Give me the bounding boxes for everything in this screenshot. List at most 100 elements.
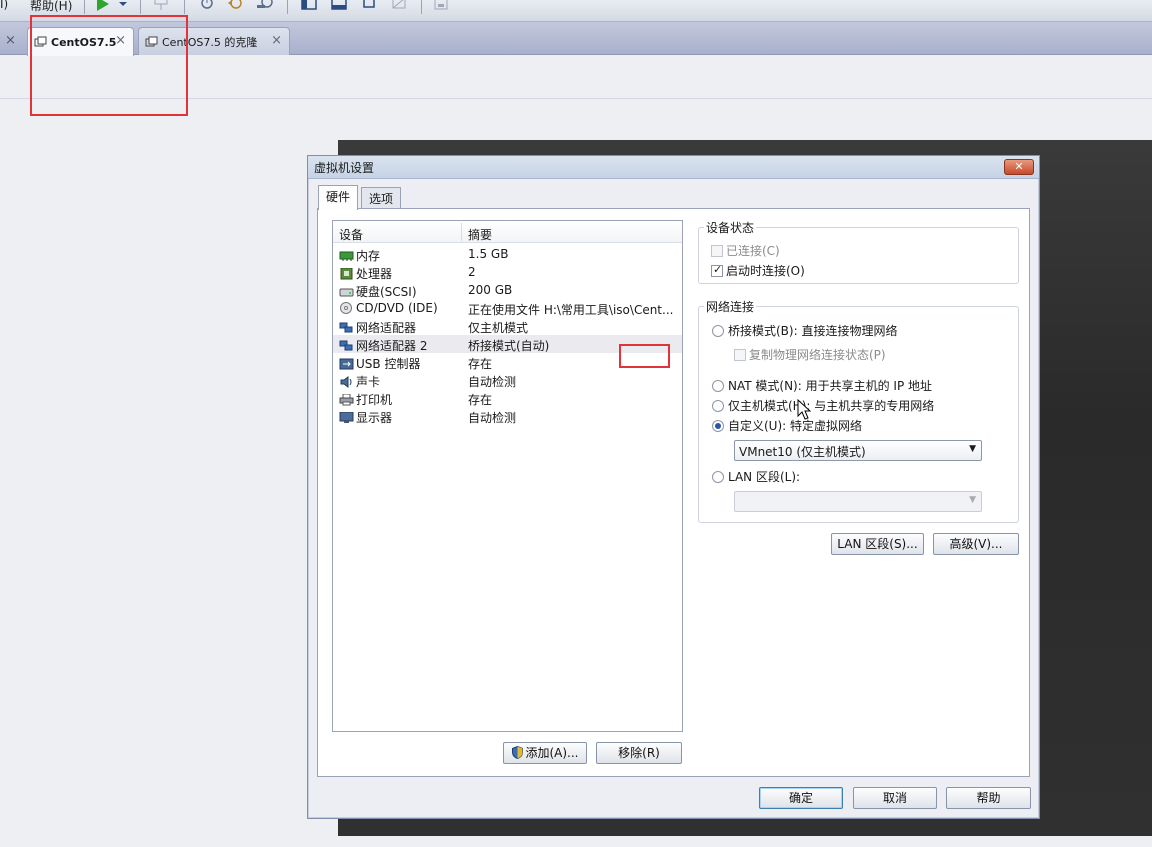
device-name: 网络适配器	[356, 321, 417, 335]
mouse-cursor-icon	[797, 399, 811, 420]
device-name: 硬盘(SCSI)	[356, 285, 417, 299]
network-toolbar-icon[interactable]	[152, 0, 170, 12]
dropdown-arrow-icon: ▼	[969, 495, 976, 505]
ok-button[interactable]: 确定	[759, 787, 843, 809]
bridged-radio[interactable]: 桥接模式(B): 直接连接物理网络	[712, 322, 897, 339]
revert-snapshot-icon[interactable]	[226, 0, 244, 12]
highlight-box	[30, 15, 188, 116]
device-name: 显示器	[356, 411, 393, 425]
toolbar-separator	[140, 0, 141, 14]
device-status-legend: 设备状态	[706, 221, 755, 235]
menu-help[interactable]: 帮助(H)	[30, 0, 72, 14]
custom-network-select[interactable]: VMnet10 (仅主机模式) ▼	[734, 440, 982, 461]
dropdown-arrow-icon: ▼	[969, 444, 976, 454]
sidebar-view-icon[interactable]	[300, 0, 318, 12]
printer-icon	[339, 393, 354, 405]
connected-label: 已连接(C)	[726, 244, 780, 258]
device-name: 处理器	[356, 267, 393, 281]
device-row-sound[interactable]: 声卡 自动检测	[333, 371, 682, 389]
device-row-display[interactable]: 显示器 自动检测	[333, 407, 682, 425]
device-row-cd-dvd[interactable]: CD/DVD (IDE) 正在使用文件 H:\常用工具\iso\Cent...	[333, 299, 682, 317]
advanced-button[interactable]: 高级(V)...	[933, 533, 1019, 555]
connect-at-power-on-label: 启动时连接(O)	[726, 264, 805, 278]
device-list-header: 设备 摘要	[333, 221, 682, 243]
nat-label: NAT 模式(N): 用于共享主机的 IP 地址	[728, 379, 933, 393]
device-name: 声卡	[356, 375, 381, 389]
tab-options[interactable]: 选项	[361, 187, 402, 209]
connect-at-power-on-checkbox[interactable]: 启动时连接(O)	[711, 262, 805, 279]
unity-icon[interactable]	[390, 0, 408, 12]
device-row-harddisk[interactable]: 硬盘(SCSI) 200 GB	[333, 281, 682, 299]
library-icon[interactable]	[432, 0, 450, 12]
replicate-state-checkbox: 复制物理网络连接状态(P)	[734, 346, 886, 363]
connected-checkbox: 已连接(C)	[711, 242, 780, 259]
toolbar-separator	[184, 0, 185, 14]
close-icon[interactable]: ×	[5, 33, 16, 48]
toolbar-separator	[287, 0, 288, 14]
menu-partial-item[interactable]: I)	[0, 0, 8, 11]
toolbar-separator	[84, 0, 85, 14]
cpu-icon	[340, 267, 353, 279]
column-divider	[461, 223, 462, 241]
device-name: CD/DVD (IDE)	[356, 301, 438, 315]
close-icon[interactable]: ×	[271, 33, 282, 48]
cancel-button[interactable]: 取消	[853, 787, 937, 809]
hardware-panel: 设备 摘要 内存 1.5 GB 处理器 2 硬盘(SCSI) 200 GB CD…	[317, 208, 1030, 777]
dialog-title-bar[interactable]: 虚拟机设置 ✕	[308, 156, 1039, 179]
dialog-title: 虚拟机设置	[314, 161, 375, 175]
bridged-label: 桥接模式(B): 直接连接物理网络	[728, 324, 898, 338]
console-view-icon[interactable]	[330, 0, 348, 12]
device-row-printer[interactable]: 打印机 存在	[333, 389, 682, 407]
device-summary: 2	[468, 265, 476, 279]
nat-radio[interactable]: NAT 模式(N): 用于共享主机的 IP 地址	[712, 377, 932, 394]
chevron-down-icon[interactable]	[117, 0, 129, 12]
lan-segment-select: ▼	[734, 491, 982, 512]
host-only-label: 仅主机模式(H): 与主机共享的专用网络	[728, 399, 935, 413]
device-name: USB 控制器	[356, 357, 421, 371]
custom-network-radio[interactable]: 自定义(U): 特定虚拟网络	[712, 417, 862, 434]
display-icon	[339, 411, 354, 423]
usb-icon	[339, 358, 354, 369]
host-only-radio[interactable]: 仅主机模式(H): 与主机共享的专用网络	[712, 397, 934, 414]
harddisk-icon	[339, 288, 354, 296]
custom-label: 自定义(U): 特定虚拟网络	[728, 419, 863, 433]
memory-icon	[339, 251, 354, 261]
lan-segments-button[interactable]: LAN 区段(S)...	[831, 533, 924, 555]
device-summary: 自动检测	[468, 411, 517, 425]
toolbar-separator	[421, 0, 422, 14]
device-summary: 自动检测	[468, 375, 517, 389]
network-adapter-icon	[339, 322, 353, 332]
highlight-box	[619, 344, 670, 368]
tab-hardware[interactable]: 硬件	[318, 185, 359, 210]
replicate-label: 复制物理网络连接状态(P)	[749, 348, 886, 362]
device-summary: 200 GB	[468, 283, 513, 297]
device-summary: 存在	[468, 393, 493, 407]
vm-settings-dialog: 虚拟机设置 ✕ 硬件 选项 设备 摘要 内存 1.5 GB 处理器 2 硬盘(S…	[307, 155, 1040, 819]
custom-network-value: VMnet10 (仅主机模式)	[739, 445, 866, 459]
close-icon[interactable]: ✕	[1004, 159, 1034, 175]
fullscreen-icon[interactable]	[360, 0, 378, 12]
column-header-summary[interactable]: 摘要	[468, 226, 492, 243]
lan-segment-radio[interactable]: LAN 区段(L):	[712, 468, 800, 485]
device-row-memory[interactable]: 内存 1.5 GB	[333, 245, 682, 263]
remove-device-button[interactable]: 移除(R)	[596, 742, 682, 764]
sound-icon	[340, 375, 352, 388]
device-name: 网络适配器 2	[356, 339, 428, 353]
column-header-device[interactable]: 设备	[339, 226, 363, 243]
device-name: 打印机	[356, 393, 393, 407]
lan-segment-label: LAN 区段(L):	[728, 470, 801, 484]
network-adapter-icon	[339, 340, 353, 350]
device-list: 设备 摘要 内存 1.5 GB 处理器 2 硬盘(SCSI) 200 GB CD…	[332, 220, 683, 732]
device-row-processor[interactable]: 处理器 2	[333, 263, 682, 281]
device-row-network-adapter[interactable]: 网络适配器 仅主机模式	[333, 317, 682, 335]
snapshot-icon[interactable]	[197, 0, 215, 12]
cd-dvd-icon	[340, 302, 352, 314]
power-on-icon[interactable]	[94, 0, 112, 12]
device-summary: 1.5 GB	[468, 247, 509, 261]
network-connection-legend: 网络连接	[706, 300, 755, 314]
add-device-button[interactable]: 添加(A)...	[503, 742, 587, 764]
snapshot-manager-icon[interactable]	[256, 0, 274, 12]
device-summary: 存在	[468, 357, 493, 371]
device-summary: 正在使用文件 H:\常用工具\iso\Cent...	[468, 303, 674, 317]
help-button[interactable]: 帮助	[946, 787, 1031, 809]
